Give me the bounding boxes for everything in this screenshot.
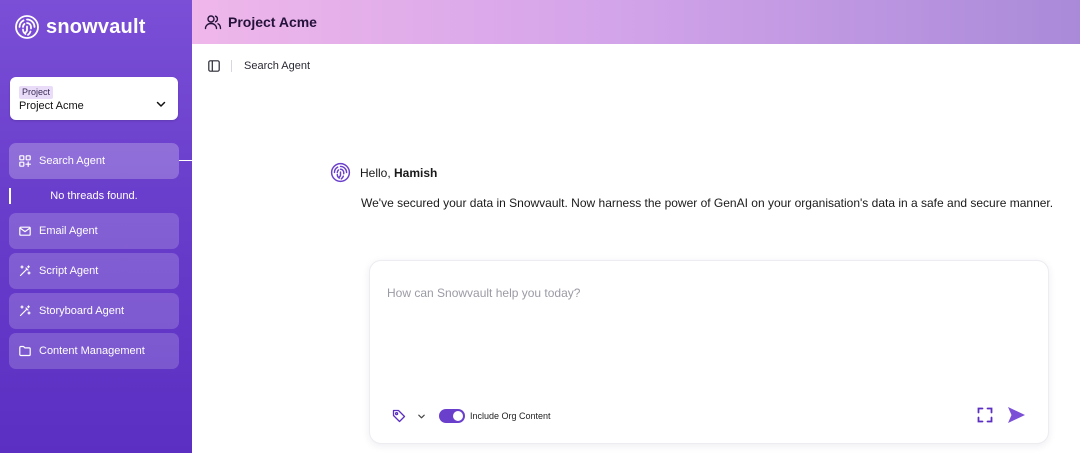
- sidebar-item-script-agent[interactable]: Script Agent: [9, 253, 179, 289]
- brand[interactable]: snowvault: [14, 12, 146, 42]
- sidebar-item-label: Storyboard Agent: [39, 305, 125, 317]
- composer-footer: Include Org Content: [392, 408, 551, 424]
- sidebar-item-email-agent[interactable]: Email Agent: [9, 213, 179, 249]
- welcome-message: We've secured your data in Snowvault. No…: [361, 196, 1054, 210]
- folder-icon: [19, 345, 31, 357]
- sidebar-item-label: Email Agent: [39, 225, 98, 237]
- project-selector-value: Project Acme: [19, 100, 84, 112]
- breadcrumb: Search Agent: [244, 60, 311, 72]
- users-icon: [204, 15, 222, 30]
- greeting-text: Hello, Hamish: [360, 166, 437, 180]
- sidebar-item-search-agent[interactable]: Search Agent: [9, 143, 179, 179]
- sidebar-panel-icon[interactable]: [208, 60, 220, 72]
- prompt-composer: Include Org Content: [369, 260, 1049, 444]
- project-selector-tag: Project: [19, 86, 54, 99]
- toolbar-divider: [231, 60, 232, 72]
- sidebar-item-label: Content Management: [39, 345, 145, 357]
- magic-wand-icon: [19, 265, 31, 277]
- sidebar-item-storyboard-agent[interactable]: Storyboard Agent: [9, 293, 179, 329]
- grid-plus-icon: [19, 155, 31, 167]
- tag-icon[interactable]: [392, 409, 406, 423]
- greeting: Hello, Hamish: [330, 162, 437, 183]
- brand-name: snowvault: [46, 15, 146, 38]
- send-icon[interactable]: [1007, 406, 1026, 424]
- chevron-down-icon[interactable]: [417, 412, 426, 421]
- threads-list: No threads found.: [9, 187, 179, 205]
- main-panel: Search Agent Hello, Hamish We've secured…: [192, 44, 1080, 453]
- include-org-content-toggle[interactable]: [439, 409, 465, 423]
- mail-icon: [19, 226, 31, 236]
- page-header: Project Acme: [192, 0, 1080, 44]
- include-org-content-label: Include Org Content: [470, 411, 551, 421]
- sidebar-item-label: Script Agent: [39, 265, 99, 277]
- threads-empty-message: No threads found.: [50, 190, 138, 202]
- project-selector[interactable]: Project Project Acme: [10, 77, 178, 120]
- greeting-prefix: Hello,: [360, 165, 395, 180]
- magic-wand-icon: [19, 305, 31, 317]
- page-title: Project Acme: [228, 14, 317, 30]
- chevron-down-icon: [156, 101, 166, 107]
- sidebar: snowvault Project Project Acme Search Ag…: [0, 0, 192, 453]
- active-connector-line: [179, 160, 192, 161]
- toolbar: Search Agent: [208, 58, 310, 74]
- sidebar-item-content-management[interactable]: Content Management: [9, 333, 179, 369]
- greeting-user-name: Hamish: [394, 165, 438, 180]
- fingerprint-logo-icon: [330, 162, 351, 183]
- sidebar-item-label: Search Agent: [39, 155, 106, 167]
- prompt-input[interactable]: [387, 283, 1027, 303]
- fingerprint-logo-icon: [15, 15, 39, 39]
- expand-icon[interactable]: [977, 407, 993, 423]
- toggle-knob: [453, 411, 463, 421]
